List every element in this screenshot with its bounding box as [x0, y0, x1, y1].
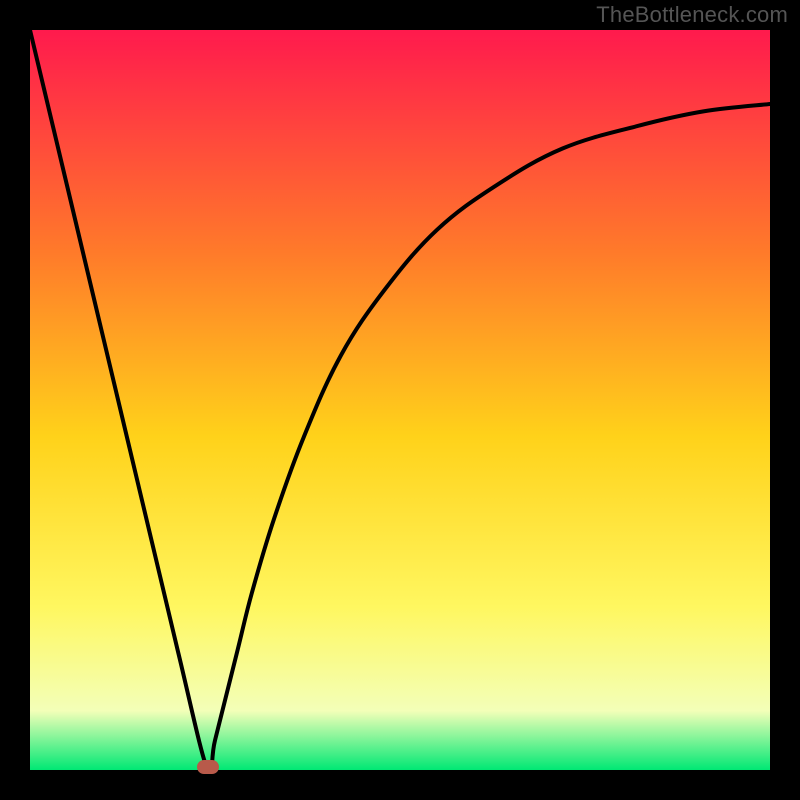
plot-area [30, 30, 770, 770]
chart-frame: TheBottleneck.com [0, 0, 800, 800]
bottleneck-chart [30, 30, 770, 770]
optimal-point-marker [197, 760, 219, 774]
watermark-label: TheBottleneck.com [596, 2, 788, 28]
gradient-background [30, 30, 770, 770]
